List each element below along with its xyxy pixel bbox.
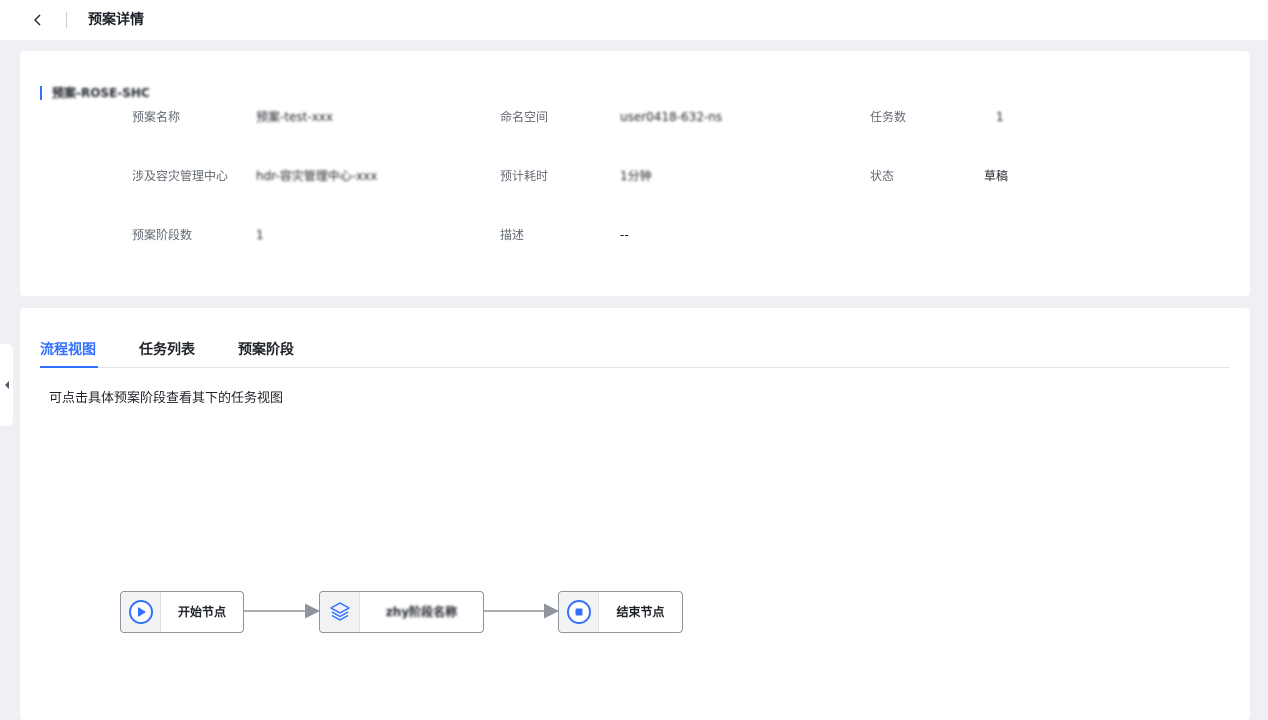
- est-time-label: 预计耗时: [500, 169, 549, 183]
- back-button[interactable]: [30, 10, 46, 30]
- stop-icon: [566, 600, 591, 624]
- top-bar: 预案详情: [0, 0, 1268, 40]
- plan-info-card: 预案-ROSE-SHC 预案名称 预案-test-xxx 命名空间 user04…: [20, 51, 1250, 296]
- plan-name-value: 预案-test-xxx: [256, 110, 334, 124]
- page-title: 预案详情: [88, 12, 144, 28]
- status-label: 状态: [870, 169, 895, 183]
- play-icon: [128, 600, 153, 624]
- chevron-left-icon: [34, 14, 41, 26]
- est-time-value: 1分钟: [620, 169, 652, 183]
- description-value: --: [620, 228, 629, 242]
- plan-name-label: 预案名称: [132, 110, 181, 124]
- plan-section-title: 预案-ROSE-SHC: [52, 86, 150, 100]
- namespace-value: user0418-632-ns: [620, 110, 723, 124]
- flow-node-end-label: 结束节点: [616, 605, 665, 619]
- flow-card: 流程视图 任务列表 预案阶段 可点击具体预案阶段查看其下的任务视图 开始节点 z…: [20, 308, 1250, 720]
- caret-left-icon: [4, 381, 9, 389]
- task-count-label: 任务数: [870, 110, 907, 124]
- dr-center-label: 涉及容灾管理中心: [132, 169, 229, 183]
- stage-count-value: 1: [256, 228, 264, 242]
- namespace-label: 命名空间: [500, 110, 549, 124]
- stage-count-label: 预案阶段数: [132, 228, 193, 242]
- header-divider: [66, 12, 67, 28]
- sidebar-collapse-handle[interactable]: [0, 344, 13, 426]
- flow-node-end[interactable]: 结束节点: [558, 591, 683, 633]
- section-accent-bar: [40, 86, 42, 100]
- layers-icon: [329, 602, 350, 621]
- flow-edges: [244, 603, 559, 619]
- description-label: 描述: [500, 228, 525, 242]
- task-count-value: 1: [996, 110, 1004, 124]
- flow-node-stage[interactable]: zhy阶段名称: [319, 591, 484, 633]
- flow-node-start-label: 开始节点: [177, 605, 226, 619]
- flow-node-start[interactable]: 开始节点: [120, 591, 244, 633]
- status-value: 草稿: [984, 169, 1009, 183]
- dr-center-value: hdr-容灾管理中心-xxx: [256, 169, 378, 183]
- flow-node-stage-label: zhy阶段名称: [385, 605, 458, 619]
